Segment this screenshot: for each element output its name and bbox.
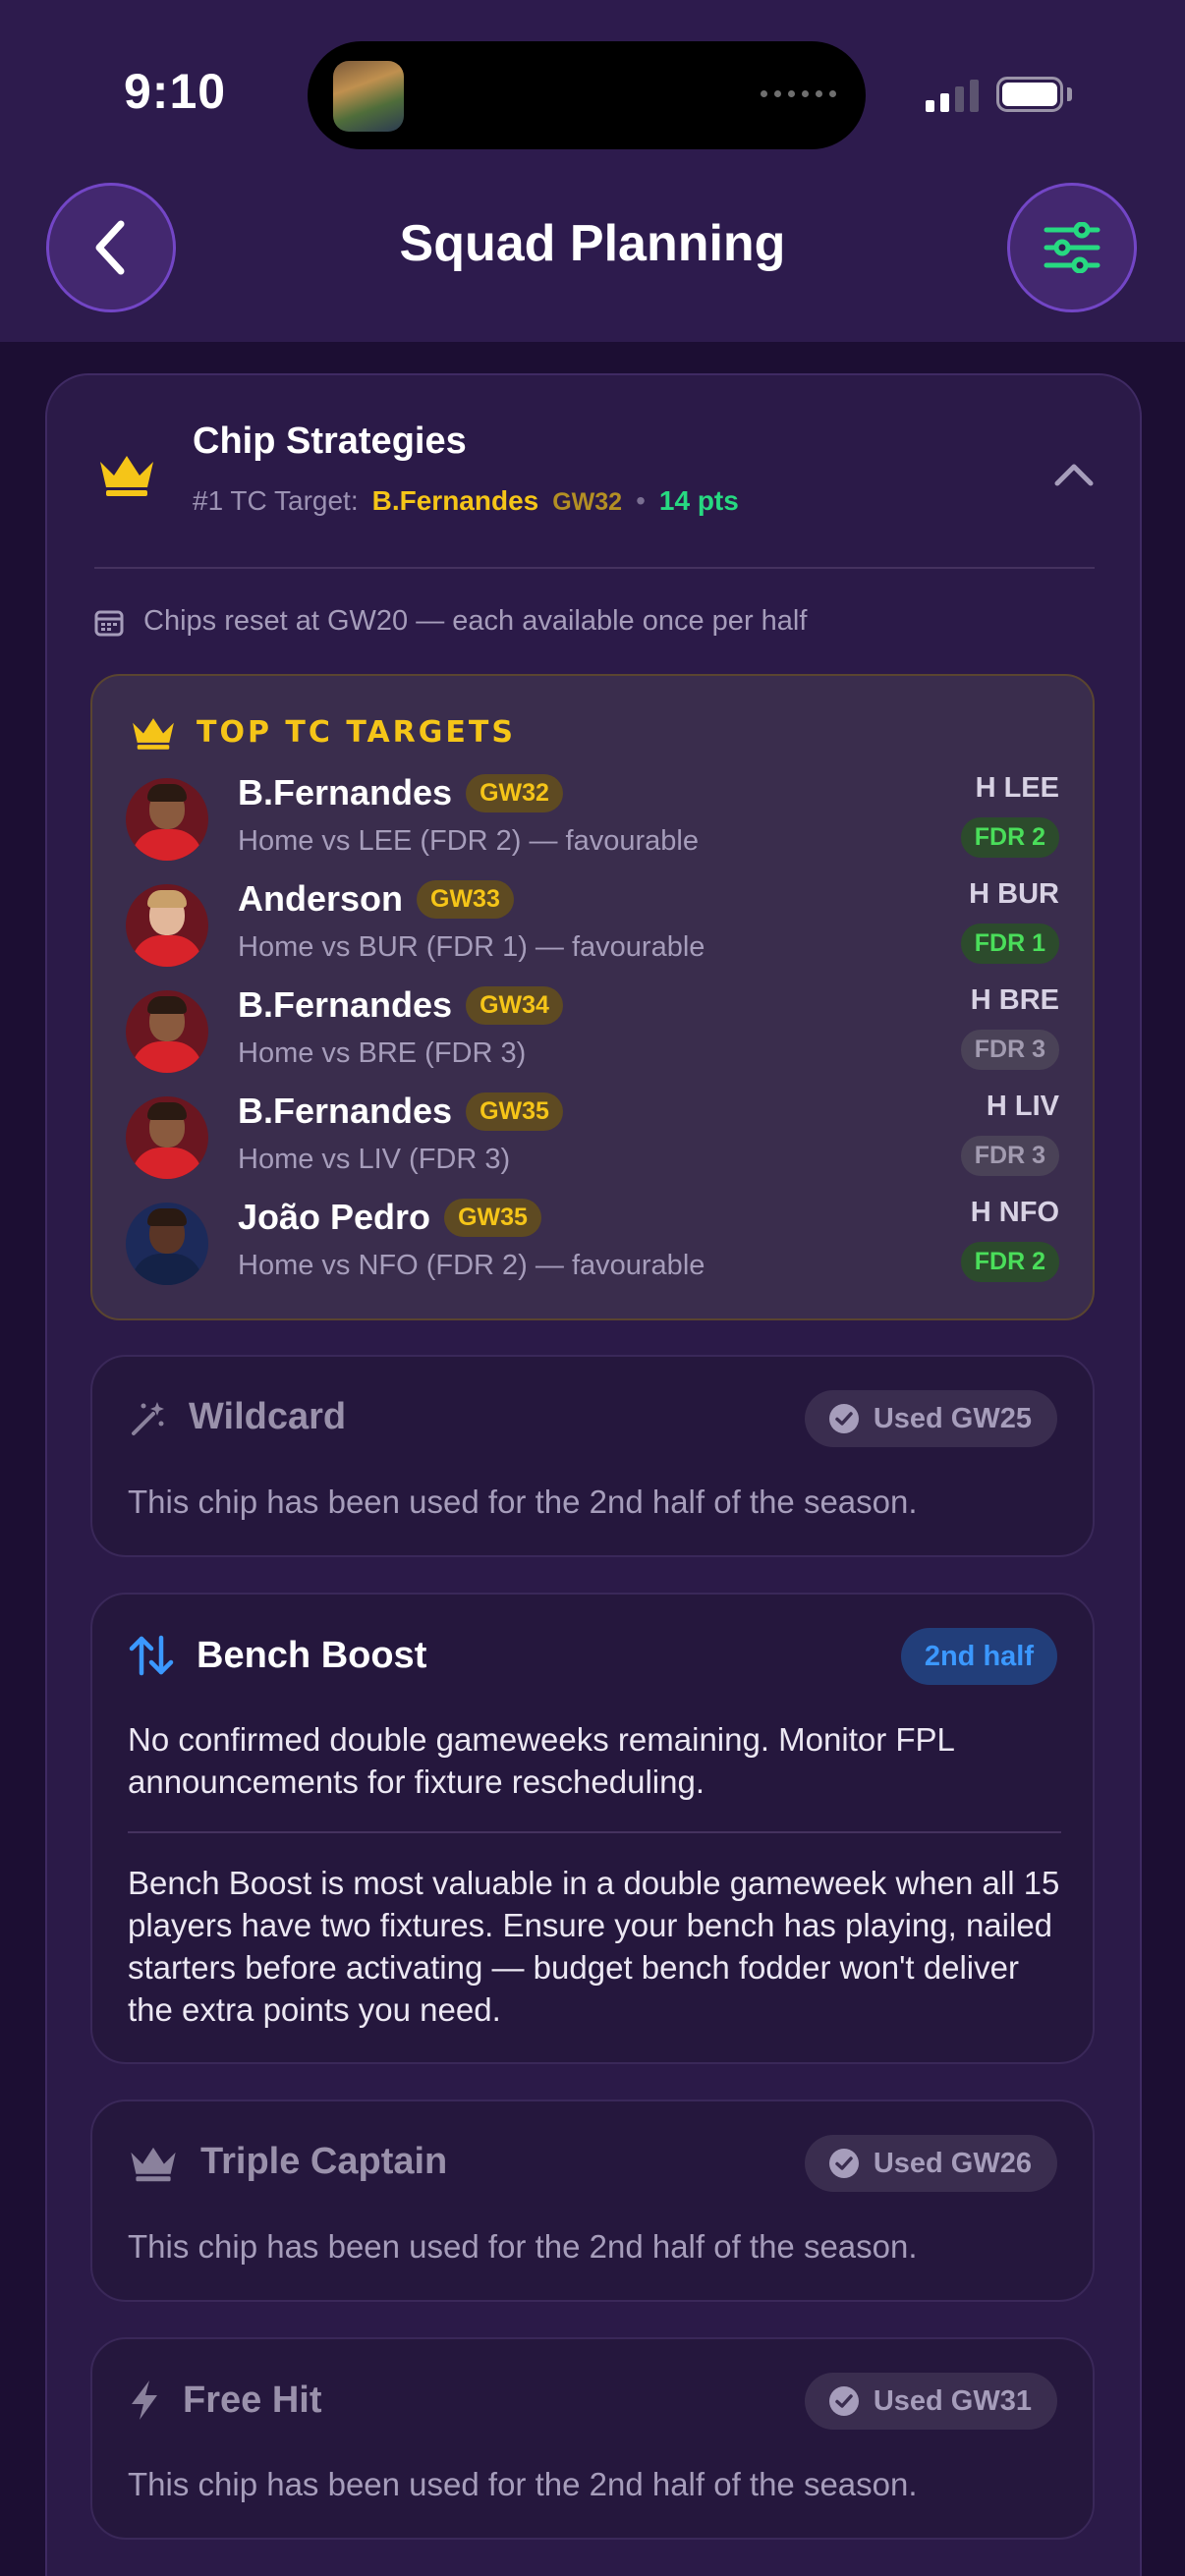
- bench-boost-tip: Bench Boost is most valuable in a double…: [128, 1865, 1060, 2028]
- swap-arrows-icon: [129, 1635, 174, 1676]
- dynamic-island: [308, 41, 866, 149]
- bench-boost-title: Bench Boost: [197, 1634, 427, 1676]
- tc-target-row[interactable]: B.Fernandes GW34 Home vs BRE (FDR 3) H B…: [126, 984, 1059, 1079]
- tc-target-row[interactable]: B.Fernandes GW35 Home vs LIV (FDR 3) H L…: [126, 1091, 1059, 1185]
- check-circle-icon: [828, 1404, 859, 1433]
- tc-target-row[interactable]: B.Fernandes GW32 Home vs LEE (FDR 2) — f…: [126, 772, 1059, 867]
- used-status-badge: Used GW25: [804, 1390, 1057, 1447]
- chip-status-text: This chip has been used for the 2nd half…: [128, 2228, 918, 2265]
- fixture-code: H LEE: [975, 772, 1059, 804]
- fixture-code: H BUR: [969, 878, 1059, 910]
- fixture-description: Home vs BUR (FDR 1) — favourable: [238, 931, 705, 963]
- fdr-badge: FDR 2: [960, 817, 1059, 858]
- player-avatar: [126, 990, 208, 1073]
- used-status-badge: Used GW26: [804, 2135, 1057, 2192]
- tc-target-row[interactable]: Anderson GW33 Home vs BUR (FDR 1) — favo…: [126, 878, 1059, 973]
- island-activity-dots: [761, 90, 836, 97]
- tc-target-points: 14 pts: [658, 485, 739, 516]
- chip-reset-note: Chips reset at GW20 — each available onc…: [94, 605, 807, 638]
- fixture-description: Home vs LEE (FDR 2) — favourable: [238, 825, 699, 857]
- tc-target-player: B.Fernandes: [371, 485, 539, 516]
- top-bar: 9:10 Squad Planning: [0, 0, 1185, 342]
- player-name: B.Fernandes: [238, 772, 453, 812]
- fixture-description: Home vs NFO (FDR 2) — favourable: [238, 1250, 705, 1281]
- fixture-code: H LIV: [986, 1091, 1059, 1122]
- fixture-description: Home vs BRE (FDR 3): [238, 1037, 527, 1069]
- chip-status-text: This chip has been used for the 2nd half…: [128, 2466, 918, 2502]
- wildcard-chip-card[interactable]: Wildcard Used GW25 This chip has been us…: [90, 1355, 1095, 1557]
- fixture-code: H NFO: [970, 1197, 1059, 1228]
- chip-status-text: This chip has been used for the 2nd half…: [128, 1484, 918, 1520]
- free-hit-title: Free Hit: [183, 2379, 322, 2421]
- triple-captain-title: Triple Captain: [200, 2141, 448, 2182]
- player-avatar: [126, 778, 208, 861]
- fdr-badge: FDR 1: [960, 924, 1059, 964]
- divider: [128, 1831, 1061, 1833]
- reset-note-text: Chips reset at GW20 — each available onc…: [143, 605, 808, 637]
- player-avatar: [126, 884, 208, 967]
- divider: [94, 567, 1095, 569]
- gameweek-badge: GW35: [444, 1198, 541, 1237]
- chip-strategies-title: Chip Strategies: [193, 420, 467, 462]
- free-hit-chip-card[interactable]: Free Hit Used GW31 This chip has been us…: [90, 2337, 1095, 2540]
- triple-captain-chip-card[interactable]: Triple Captain Used GW26 This chip has b…: [90, 2100, 1095, 2302]
- check-circle-icon: [828, 2386, 859, 2416]
- tc-target-gw: GW32: [552, 488, 623, 516]
- crown-icon: [100, 456, 153, 496]
- player-name: Anderson: [238, 878, 404, 919]
- now-playing-thumbnail: [333, 61, 404, 132]
- gameweek-badge: GW32: [466, 773, 563, 812]
- tc-target-row[interactable]: João Pedro GW35 Home vs NFO (FDR 2) — fa…: [126, 1197, 1059, 1291]
- used-status-badge: Used GW31: [804, 2373, 1057, 2430]
- gameweek-badge: GW34: [466, 985, 563, 1025]
- status-time: 9:10: [124, 64, 227, 119]
- player-name: B.Fernandes: [238, 984, 453, 1025]
- tc-targets-heading: TOP TC TARGETS: [197, 714, 516, 750]
- crown-icon: [131, 2147, 176, 2181]
- bench-boost-chip-card[interactable]: Bench Boost 2nd half No confirmed double…: [90, 1593, 1095, 2064]
- gameweek-badge: GW35: [466, 1092, 563, 1131]
- calendar-icon: [94, 610, 124, 636]
- signal-icon: [926, 79, 979, 112]
- fdr-badge: FDR 2: [960, 1242, 1059, 1282]
- fixture-code: H BRE: [970, 984, 1059, 1016]
- gameweek-badge: GW33: [417, 879, 514, 919]
- player-avatar: [126, 1096, 208, 1179]
- fdr-badge: FDR 3: [960, 1136, 1059, 1176]
- wildcard-title: Wildcard: [189, 1396, 347, 1437]
- check-circle-icon: [828, 2149, 859, 2178]
- magic-wand-icon: [132, 1401, 164, 1435]
- sliders-icon: [1044, 222, 1100, 273]
- battery-icon: [996, 77, 1063, 112]
- player-avatar: [126, 1203, 208, 1285]
- lightning-bolt-icon: [132, 2380, 157, 2420]
- half-season-badge: 2nd half: [900, 1628, 1057, 1685]
- separator-dot: •: [636, 485, 646, 516]
- crown-icon: [133, 718, 174, 750]
- tc-targets-header: TOP TC TARGETS: [130, 713, 516, 751]
- fixture-description: Home vs LIV (FDR 3): [238, 1144, 511, 1175]
- bench-boost-note: No confirmed double gameweeks remaining.…: [128, 1721, 954, 1800]
- collapse-chevron-up-icon[interactable]: [1053, 462, 1095, 487]
- fdr-badge: FDR 3: [960, 1030, 1059, 1070]
- player-name: João Pedro: [238, 1197, 431, 1237]
- filter-settings-button[interactable]: [1007, 183, 1137, 312]
- tc-target-summary: #1 TC Target: B.Fernandes GW32 • 14 pts: [193, 485, 739, 517]
- tc-target-label: #1 TC Target:: [193, 485, 359, 516]
- player-name: B.Fernandes: [238, 1091, 453, 1131]
